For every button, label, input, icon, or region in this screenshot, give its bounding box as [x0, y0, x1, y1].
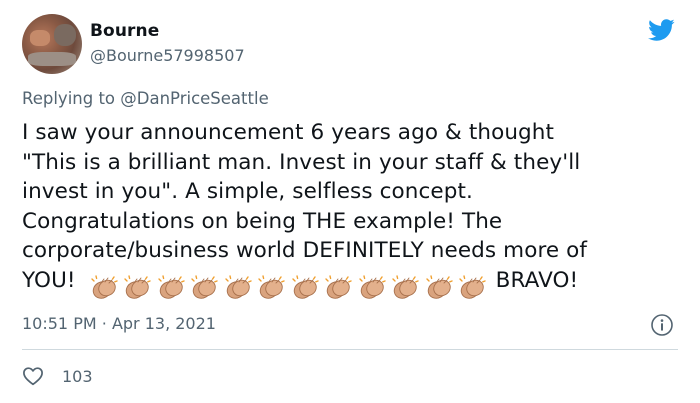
clapping-hands-emoji — [255, 273, 287, 301]
clapping-hands-emoji-row — [88, 273, 490, 303]
clapping-hands-emoji — [222, 273, 254, 301]
divider — [22, 349, 678, 350]
timestamp-separator: · — [101, 314, 107, 333]
clapping-hands-emoji — [356, 273, 388, 301]
tweet-text-bravo: BRAVO! — [495, 267, 579, 293]
tweet-text-line: Congratulations on being THE example! Th… — [22, 208, 503, 234]
clapping-hands-emoji — [389, 273, 421, 301]
tweet-timestamp[interactable]: 10:51 PM · Apr 13, 2021 — [22, 314, 216, 333]
like-button[interactable]: 103 — [22, 365, 93, 387]
clapping-hands-emoji — [289, 273, 321, 301]
twitter-bird-icon[interactable] — [645, 16, 677, 44]
tweet-time: 10:51 PM — [22, 314, 97, 333]
tweet-text-last-line: YOU! BRAVO! — [22, 266, 682, 303]
tweet-header: Bourne @Bourne57998507 — [0, 0, 700, 80]
clapping-hands-emoji — [88, 273, 120, 301]
reply-mention-link[interactable]: @DanPriceSeattle — [120, 89, 268, 108]
heart-icon — [23, 367, 43, 386]
tweet-date: Apr 13, 2021 — [111, 314, 216, 333]
info-icon[interactable] — [650, 313, 674, 337]
replying-to-prefix: Replying to — [22, 89, 116, 108]
tweet-text-line: I saw your announcement 6 years ago & th… — [22, 120, 555, 145]
tweet-text-line: "This is a brilliant man. Invest in your… — [22, 149, 581, 175]
tweet-card: Bourne @Bourne57998507 Replying to @DanP… — [0, 0, 700, 403]
tweet-text-line: corporate/business world DEFINITELY need… — [22, 238, 588, 264]
like-count: 103 — [62, 366, 93, 386]
clapping-hands-emoji — [322, 273, 354, 301]
clapping-hands-emoji — [423, 273, 455, 301]
tweet-text-you: YOU! — [22, 267, 76, 293]
replying-to: Replying to @DanPriceSeattle — [22, 89, 269, 108]
clapping-hands-emoji — [155, 273, 187, 301]
avatar[interactable] — [22, 14, 82, 74]
author-display-name[interactable]: Bourne — [90, 21, 159, 41]
author-handle[interactable]: @Bourne57998507 — [90, 46, 245, 65]
tweet-text: I saw your announcement 6 years ago & th… — [22, 118, 682, 303]
clapping-hands-emoji — [121, 273, 153, 301]
tweet-text-line: invest in you". A simple, selfless conce… — [22, 179, 473, 205]
clapping-hands-emoji — [456, 273, 488, 301]
clapping-hands-emoji — [188, 273, 220, 301]
